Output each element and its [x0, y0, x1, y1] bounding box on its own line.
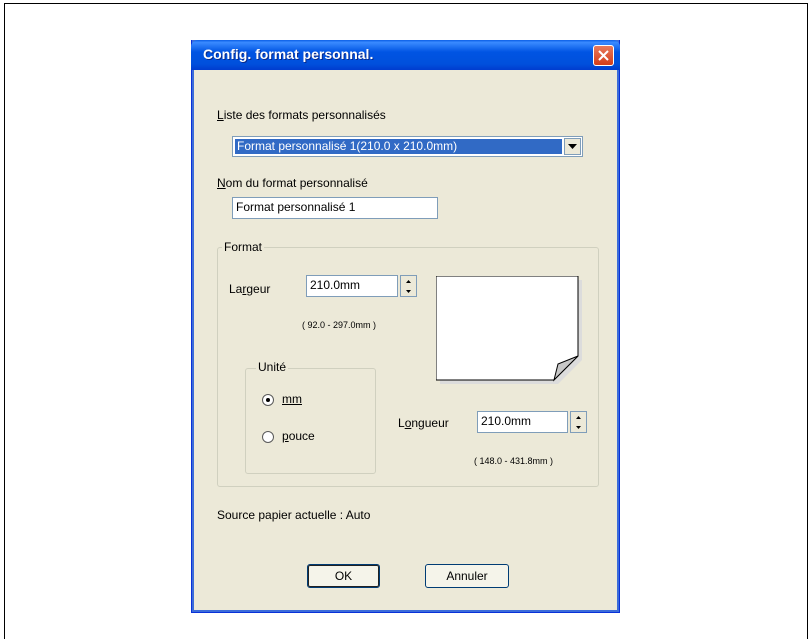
length-spinner[interactable]: [570, 411, 587, 433]
unit-pouce-label[interactable]: pouce: [282, 429, 315, 443]
dialog-title: Config. format personnal.: [203, 46, 374, 62]
unit-mm-label[interactable]: mm: [282, 392, 302, 406]
unit-pouce-radio[interactable]: [262, 431, 274, 443]
width-label: Largeur: [229, 282, 271, 296]
arrow-up-icon: [406, 279, 411, 283]
length-range: ( 148.0 - 431.8mm ): [474, 456, 554, 466]
width-input[interactable]: 210.0mm: [306, 275, 398, 297]
custom-format-dialog: Config. format personnal. Liste des form…: [191, 40, 620, 613]
paper-source-status: Source papier actuelle : Auto: [217, 508, 371, 522]
length-spin-up[interactable]: [571, 412, 586, 422]
unit-group-title: Unité: [256, 360, 289, 374]
width-spinner[interactable]: [400, 275, 417, 297]
length-label: Longueur: [398, 416, 449, 430]
width-spin-up[interactable]: [401, 276, 416, 286]
length-spin-down[interactable]: [571, 422, 586, 432]
ok-button[interactable]: OK: [307, 564, 380, 588]
format-name-label: Nom du format personnalisé: [217, 176, 368, 190]
paper-preview-icon: [436, 276, 582, 384]
arrow-down-icon: [406, 289, 411, 293]
width-spin-down[interactable]: [401, 286, 416, 296]
format-list-select[interactable]: Format personnalisé 1(210.0 x 210.0mm): [232, 136, 583, 157]
length-input[interactable]: 210.0mm: [477, 411, 568, 433]
width-range: ( 92.0 - 297.0mm ): [302, 320, 377, 330]
format-name-input[interactable]: Format personnalisé 1: [232, 197, 438, 219]
arrow-up-icon: [576, 415, 581, 419]
format-group-title: Format: [222, 240, 265, 254]
arrow-down-icon: [576, 425, 581, 429]
cancel-button[interactable]: Annuler: [425, 564, 509, 588]
chevron-down-icon: [568, 144, 577, 149]
unit-group: [245, 368, 376, 474]
close-button[interactable]: [593, 45, 614, 66]
format-list-selected-value: Format personnalisé 1(210.0 x 210.0mm): [235, 139, 562, 154]
unit-mm-radio[interactable]: [262, 394, 274, 406]
title-bar[interactable]: Config. format personnal.: [191, 40, 620, 70]
close-icon: [598, 50, 609, 61]
dropdown-button[interactable]: [564, 138, 581, 155]
format-list-label: Liste des formats personnalisés: [217, 108, 386, 122]
